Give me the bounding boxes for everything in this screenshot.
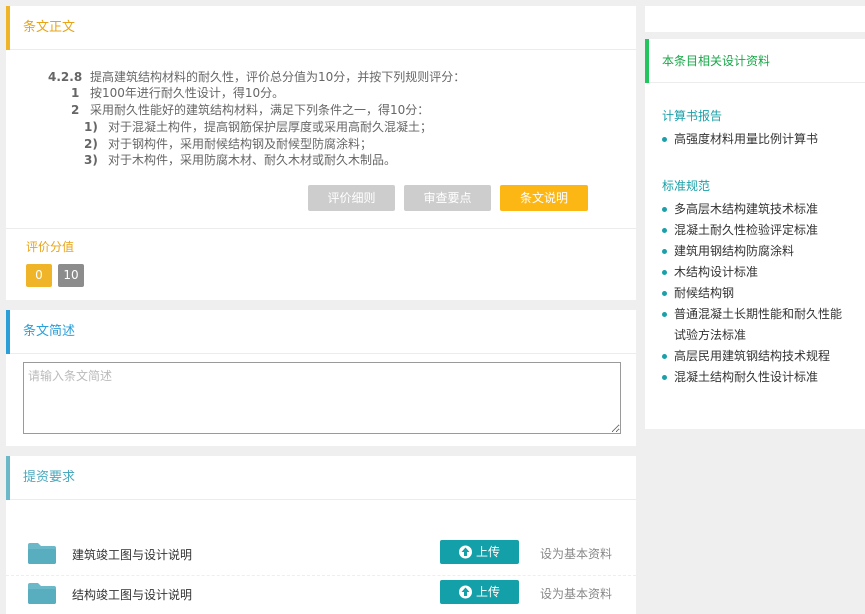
sidebar-doc-link[interactable]: 木结构设计标准 [662, 262, 857, 283]
sidebar-top-strip [645, 6, 865, 32]
clause-summary-input[interactable] [23, 362, 621, 434]
bullet-dot [662, 291, 667, 296]
sidebar-doc-label: 混凝土耐久性检验评定标准 [674, 223, 819, 237]
sidebar-doc-label: 耐候结构钢 [674, 286, 735, 300]
summary-panel: 条文简述 [6, 310, 636, 446]
upload-button[interactable]: 上传 [440, 540, 519, 564]
clause-panel-header: 条文正文 [6, 6, 636, 50]
clause-subrule: 3) 对于木构件，采用防腐木材、耐久木材或耐久木制品。 [84, 152, 396, 168]
bullet-dot [662, 312, 667, 317]
file-name: 结构竣工图与设计说明 [72, 588, 193, 602]
clause-panel-accent-bar [6, 6, 10, 50]
clause-main-line: 4.2.8 提高建筑结构材料的耐久性，评价总分值为10分，并按下列规则评分： [48, 69, 465, 85]
rule-text: 按100年进行耐久性设计，得10分。 [90, 86, 285, 100]
score-option-selected[interactable]: 0 [26, 264, 52, 287]
sidebar-doc-label: 高强度材料用量比例计算书 [674, 132, 819, 146]
sidebar-section-title: 标准规范 [662, 179, 711, 193]
upload-button[interactable]: 上传 [440, 580, 519, 604]
submission-panel: 提资要求 建筑竣工图与设计说明 上传 设为基本资料 结构竣工图与设计说明 上传 [6, 456, 636, 614]
sidebar-doc-label: 建筑用钢结构防腐涂料 [674, 244, 795, 258]
clause-number: 4.2.8 [48, 70, 83, 84]
file-row: 结构竣工图与设计说明 上传 设为基本资料 [6, 578, 636, 614]
sidebar-doc-link[interactable]: 普通混凝土长期性能和耐久性能试验方法标准 [662, 304, 850, 346]
submission-panel-title: 提资要求 [23, 470, 76, 485]
submission-panel-header: 提资要求 [6, 456, 636, 500]
clause-subrule: 2) 对于钢构件，采用耐候结构钢及耐候型防腐涂料； [84, 136, 372, 152]
bullet-dot [662, 270, 667, 275]
subrule-text: 对于混凝土构件，提高钢筋保护层厚度或采用高耐久混凝土； [108, 120, 433, 134]
rule-number: 2 [71, 103, 80, 117]
clause-panel: 条文正文 4.2.8 提高建筑结构材料的耐久性，评价总分值为10分，并按下列规则评… [6, 6, 636, 300]
subrule-text: 对于钢构件，采用耐候结构钢及耐候型防腐涂料； [108, 137, 373, 151]
sidebar-accent-bar [645, 39, 649, 83]
bullet-dot [662, 207, 667, 212]
subrule-text: 对于木构件，采用防腐木材、耐久木材或耐久木制品。 [108, 153, 397, 167]
rule-text: 采用耐久性能好的建筑结构材料，满足下列条件之一，得10分： [90, 103, 430, 117]
upload-arrow-icon [458, 585, 472, 599]
subrule-number: 2) [84, 137, 98, 151]
summary-panel-header: 条文简述 [6, 310, 636, 354]
bullet-dot [662, 228, 667, 233]
clause-explanation-button[interactable]: 条文说明 [500, 185, 588, 211]
sidebar-doc-link[interactable]: 混凝土耐久性检验评定标准 [662, 220, 857, 241]
sidebar-doc-link[interactable]: 多高层木结构建筑技术标准 [662, 199, 857, 220]
sidebar-doc-link[interactable]: 高强度材料用量比例计算书 [662, 129, 857, 150]
set-basic-link[interactable]: 设为基本资料 [540, 547, 612, 561]
file-row: 建筑竣工图与设计说明 上传 设为基本资料 [6, 538, 636, 576]
sidebar-doc-link[interactable]: 建筑用钢结构防腐涂料 [662, 241, 857, 262]
submission-panel-accent-bar [6, 456, 10, 500]
bullet-dot [662, 375, 667, 380]
sidebar-doc-link[interactable]: 混凝土结构耐久性设计标准 [662, 367, 857, 388]
upload-arrow-icon [458, 545, 472, 559]
sidebar-title: 本条目相关设计资料 [662, 54, 771, 68]
sidebar-doc-link[interactable]: 高层民用建筑钢结构技术规程 [662, 346, 857, 367]
clause-subrule: 1) 对于混凝土构件，提高钢筋保护层厚度或采用高耐久混凝土； [84, 119, 432, 135]
review-points-button[interactable]: 审查要点 [404, 185, 491, 211]
sidebar-doc-label: 木结构设计标准 [674, 265, 759, 279]
bullet-dot [662, 249, 667, 254]
sidebar-doc-link[interactable]: 耐候结构钢 [662, 283, 857, 304]
sidebar-doc-label: 普通混凝土长期性能和耐久性能试验方法标准 [674, 307, 843, 342]
evaluation-detail-button[interactable]: 评价细则 [308, 185, 395, 211]
subrule-number: 1) [84, 120, 98, 134]
bullet-dot [662, 137, 667, 142]
subrule-number: 3) [84, 153, 98, 167]
sidebar-section-title: 计算书报告 [662, 109, 723, 123]
clause-rule: 1 按100年进行耐久性设计，得10分。 [71, 85, 284, 101]
upload-label: 上传 [475, 545, 500, 559]
clause-rule: 2 采用耐久性能好的建筑结构材料，满足下列条件之一，得10分： [71, 102, 429, 118]
set-basic-link[interactable]: 设为基本资料 [540, 587, 612, 601]
bullet-dot [662, 354, 667, 359]
file-name: 建筑竣工图与设计说明 [72, 548, 193, 562]
clause-divider [6, 228, 636, 229]
sidebar-doc-label: 高层民用建筑钢结构技术规程 [674, 349, 831, 363]
sidebar-doc-label: 混凝土结构耐久性设计标准 [674, 370, 819, 384]
rule-number: 1 [71, 86, 80, 100]
score-option[interactable]: 10 [58, 264, 84, 287]
clause-text: 提高建筑结构材料的耐久性，评价总分值为10分，并按下列规则评分： [90, 70, 466, 84]
score-title: 评价分值 [26, 240, 75, 254]
sidebar-doc-label: 多高层木结构建筑技术标准 [674, 202, 819, 216]
sidebar-header: 本条目相关设计资料 [645, 39, 865, 83]
upload-label: 上传 [475, 585, 500, 599]
folder-icon [28, 583, 56, 604]
summary-panel-title: 条文简述 [23, 324, 76, 339]
related-docs-sidebar: 本条目相关设计资料 计算书报告 高强度材料用量比例计算书 标准规范 多高层木结构… [645, 39, 865, 429]
folder-icon [28, 543, 56, 564]
clause-panel-title: 条文正文 [23, 20, 76, 35]
summary-panel-accent-bar [6, 310, 10, 354]
